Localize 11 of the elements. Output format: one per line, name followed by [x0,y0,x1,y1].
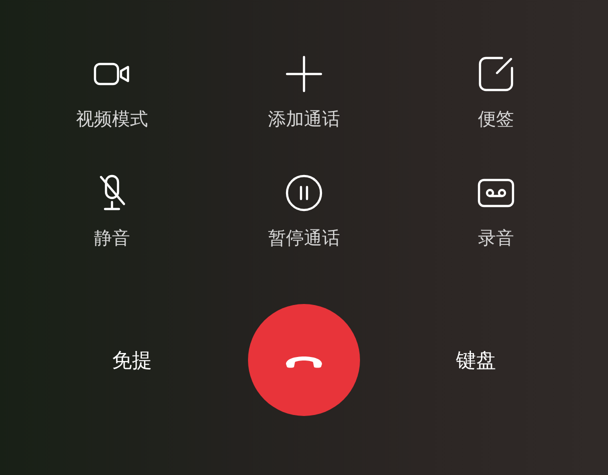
plus-icon [284,54,324,94]
call-control-button[interactable]: 静音 [92,173,132,252]
speaker-button[interactable]: 免提 [112,345,152,375]
edit-icon [476,54,516,94]
call-control-button[interactable]: 视频模式 [76,54,148,133]
call-control-button[interactable]: 录音 [476,173,516,252]
call-control-button[interactable]: 暂停通话 [268,173,340,252]
pause-icon [284,173,324,213]
call-control-button[interactable]: 便签 [476,54,516,133]
keypad-button[interactable]: 键盘 [456,345,496,375]
call-control-button[interactable]: 添加通话 [268,54,340,133]
